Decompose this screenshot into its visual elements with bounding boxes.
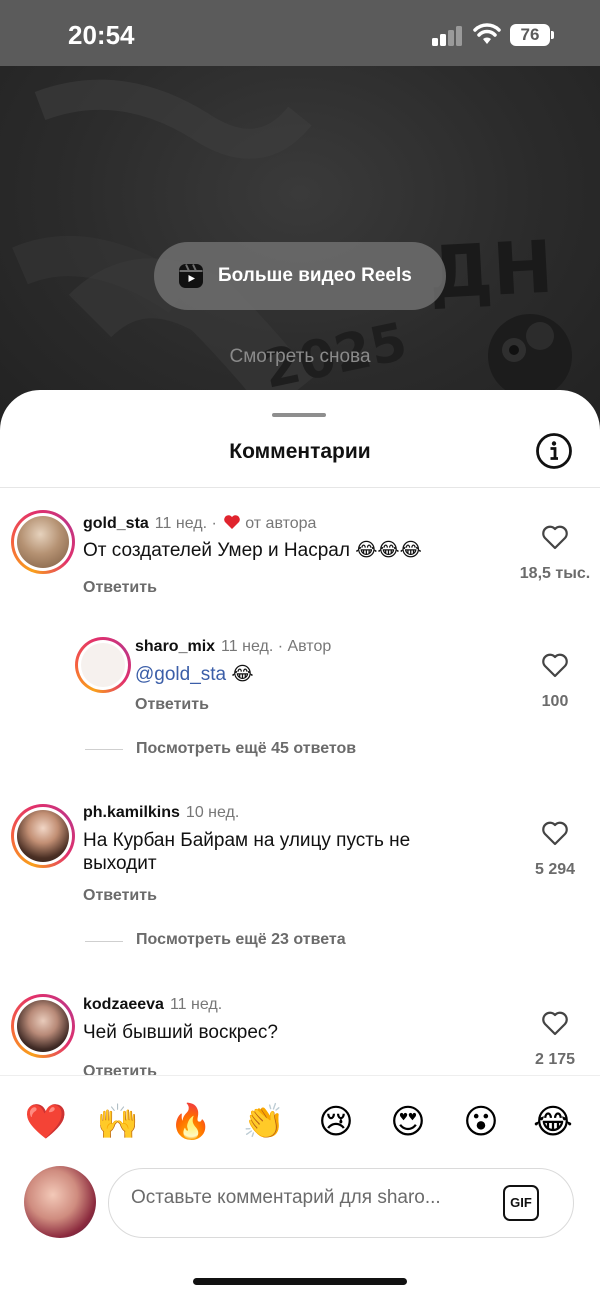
reply-button[interactable]: Ответить (83, 1063, 157, 1075)
view-more-replies-button[interactable]: Посмотреть ещё 45 ответов (136, 740, 356, 758)
comments-sheet: Комментарии gold_sta 11 нед. · от автора … (0, 390, 600, 1298)
comment-meta: 11 нед. · Автор (221, 638, 332, 655)
comment-text: На Курбан Байрам на улицу пусть не выход… (83, 830, 411, 874)
reels-icon (179, 264, 203, 288)
comment-text: Чей бывший воскрес? (83, 1022, 278, 1043)
like-heart-icon[interactable] (541, 1010, 569, 1036)
reply-button[interactable]: Ответить (135, 696, 209, 714)
like-heart-icon[interactable] (541, 820, 569, 846)
emoji-crying[interactable]: 😢 (310, 1100, 362, 1144)
like-count: 2 175 (534, 1051, 576, 1068)
emoji-heart-eyes[interactable]: 😍 (382, 1100, 434, 1144)
sheet-title: Комментарии (229, 440, 371, 463)
like-count: 5 294 (534, 861, 576, 878)
comment-username[interactable]: gold_sta 11 нед. · от автора (83, 514, 316, 533)
comment-meta: 10 нед. (185, 804, 240, 821)
comment-username[interactable]: sharo_mix 11 нед. · Автор (135, 638, 331, 656)
more-replies-line (85, 941, 123, 942)
like-heart-icon[interactable] (541, 524, 569, 550)
comment-meta: 11 нед. · (154, 515, 222, 532)
battery-icon (551, 31, 554, 39)
like-count: 18,5 тыс. (519, 565, 591, 582)
current-user-avatar[interactable] (24, 1166, 96, 1238)
comment-text: @gold_sta 😂 (135, 664, 254, 685)
reel-video-area[interactable]: ДН 2025 20:54 76 Больше видео Reels Смот… (0, 0, 600, 430)
view-more-replies-button[interactable]: Посмотреть ещё 23 ответа (136, 931, 346, 949)
gif-button[interactable]: GIF (503, 1185, 539, 1221)
comment-meta: 11 нед. (169, 996, 223, 1013)
status-time: 20:54 (68, 20, 135, 50)
more-reels-button[interactable]: Больше видео Reels (154, 242, 446, 310)
info-icon[interactable] (535, 432, 573, 470)
emoji-bar-divider (0, 1075, 600, 1076)
like-count: 100 (541, 693, 569, 710)
quick-emoji-bar: ❤️ 🙌 🔥 👏 😢 😍 😮 😂 (0, 1100, 600, 1144)
emoji-clap[interactable]: 👏 (238, 1100, 290, 1144)
like-heart-icon[interactable] (541, 652, 569, 678)
emoji-fire[interactable]: 🔥 (165, 1100, 217, 1144)
comments-list[interactable]: gold_sta 11 нед. · от автора От создателе… (0, 488, 600, 1075)
comment-username[interactable]: ph.kamilkins 10 нед. (83, 804, 239, 822)
reply-button[interactable]: Ответить (83, 887, 157, 905)
comment-username[interactable]: kodzaeeva 11 нед. (83, 996, 222, 1014)
emoji-raised-hands[interactable]: 🙌 (92, 1100, 144, 1144)
avatar[interactable] (11, 994, 75, 1058)
avatar[interactable] (11, 510, 75, 574)
liked-by-author-label: от автора (245, 515, 317, 532)
wifi-icon (473, 23, 501, 44)
emoji-surprised[interactable]: 😮 (455, 1100, 507, 1144)
author-heart-icon (224, 515, 241, 529)
avatar[interactable] (75, 637, 131, 693)
reply-button[interactable]: Ответить (83, 579, 157, 597)
comment-text: От создателей Умер и Насрал 😂😂😂 (83, 540, 422, 561)
more-reels-label: Больше видео Reels (218, 265, 412, 286)
avatar[interactable] (11, 804, 75, 868)
watch-again-label[interactable]: Смотреть снова (0, 346, 600, 368)
emoji-heart[interactable]: ❤️ (20, 1100, 72, 1144)
emoji-laughing[interactable]: 😂 (527, 1100, 579, 1144)
cellular-signal-icon (432, 26, 464, 46)
comment-composer[interactable]: GIF (108, 1168, 574, 1238)
home-indicator (193, 1278, 407, 1285)
more-replies-line (85, 749, 123, 750)
mention-link[interactable]: @gold_sta (135, 664, 226, 685)
bg-text-dh: ДН (426, 225, 555, 315)
comment-input[interactable] (131, 1187, 491, 1209)
status-bar: 20:54 76 (0, 0, 600, 66)
sheet-grabber[interactable] (272, 413, 326, 417)
battery-level: 76 (510, 24, 550, 46)
